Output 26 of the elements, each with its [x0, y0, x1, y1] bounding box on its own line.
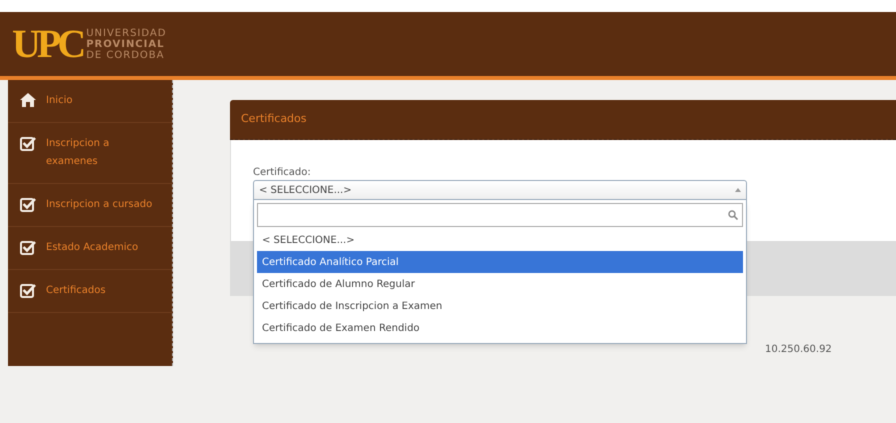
search-icon [728, 210, 738, 220]
select-field[interactable]: < SELECCIONE...> [253, 180, 747, 200]
panel-title: Certificados [241, 111, 307, 128]
sidebar-item[interactable]: Inscripcion a examenes [8, 123, 172, 184]
sidebar-item[interactable]: Estado Academico [8, 227, 172, 270]
checkbox-icon [20, 136, 36, 151]
sidebar-item[interactable]: Inscripcion a cursado [8, 184, 172, 227]
checkbox-icon [20, 240, 36, 255]
dropdown-option[interactable]: Certificado Analítico Parcial [257, 251, 743, 273]
checkbox-icon [20, 197, 36, 212]
dropdown-option[interactable]: Certificado de Inscripcion a Examen [257, 295, 743, 317]
sidebar-item[interactable]: Certificados [8, 270, 172, 313]
caret-icon [735, 188, 741, 192]
logo-text: PROVINCIAL [86, 38, 166, 50]
logo-mark: UPC [12, 24, 82, 64]
logo-text: UNIVERSIDAD [86, 28, 166, 38]
dropdown-option[interactable]: Certificado de Alumno Regular [257, 273, 743, 295]
home-icon [20, 93, 36, 107]
ip-address: 10.250.60.92 [765, 343, 832, 357]
dropdown-option[interactable]: < SELECCIONE...> [257, 229, 743, 251]
logo-text: DE CORDOBA [86, 50, 166, 60]
field-label: Certificado: [253, 167, 311, 178]
sidebar-item[interactable]: Inicio [8, 80, 172, 123]
checkbox-icon [20, 283, 36, 298]
search-field[interactable] [257, 203, 743, 227]
dropdown-option[interactable]: Certificado de Examen Rendido [257, 317, 743, 339]
